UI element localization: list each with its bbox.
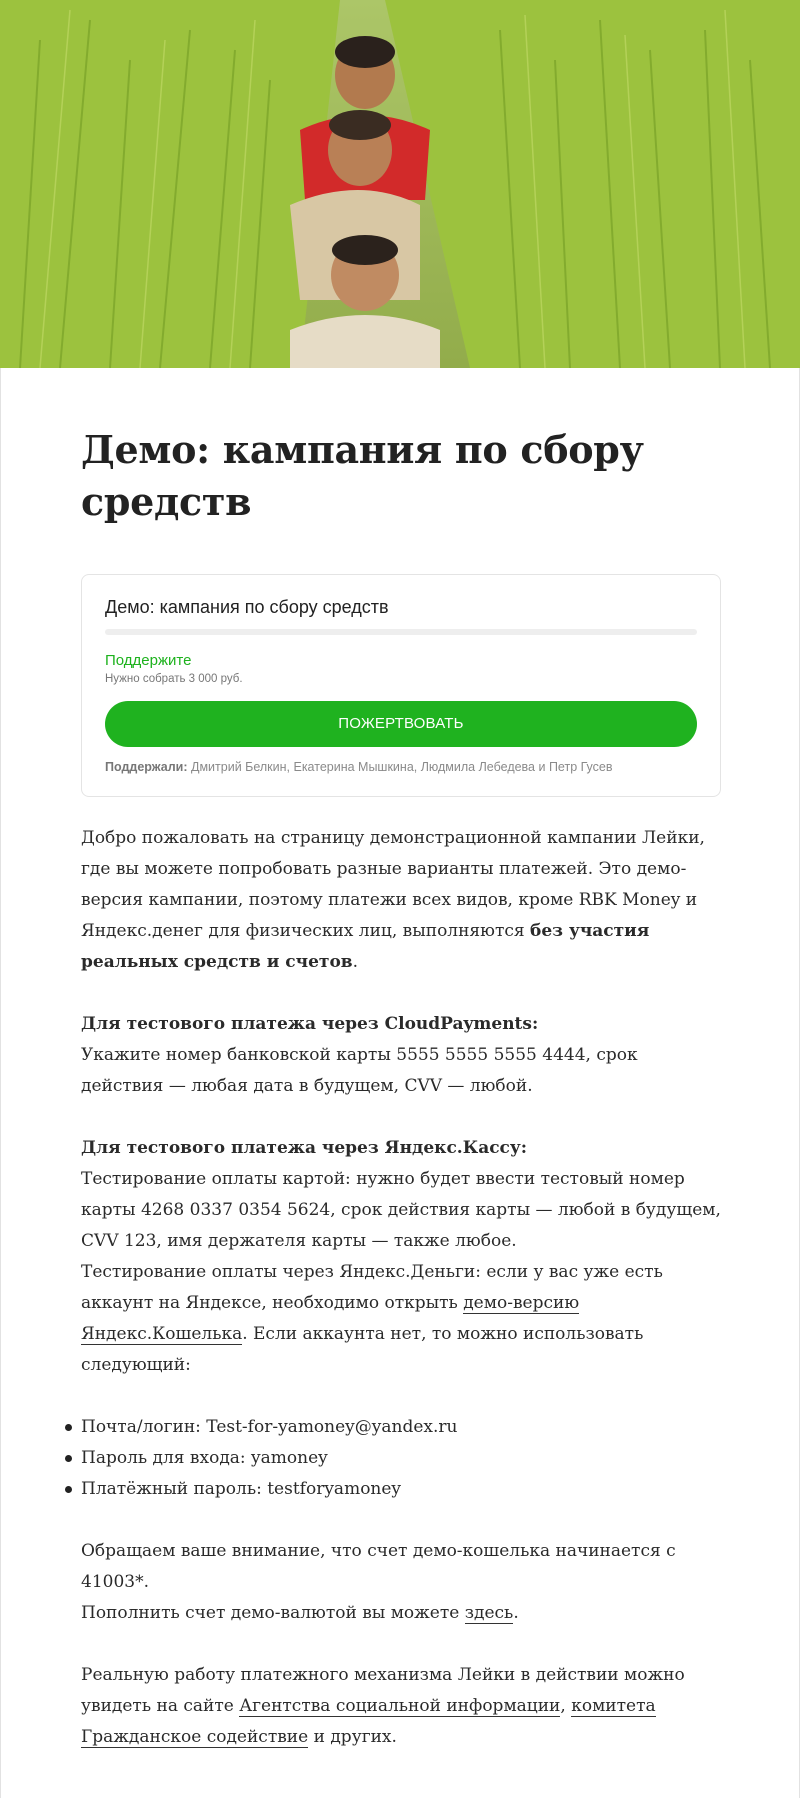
list-item: Почта/логин: Test-for-yamoney@yandex.ru [65, 1412, 721, 1443]
bullet-icon [65, 1486, 72, 1493]
main-content: Демо: кампания по сбору средств Демо: ка… [65, 368, 721, 1753]
cloudpayments-text: Укажите номер банковской карты 5555 5555… [81, 1045, 638, 1096]
support-label: Поддержите [105, 652, 192, 669]
hero-image [0, 0, 800, 368]
goal-text: Нужно собрать 3 000 руб. [105, 673, 243, 685]
final-sep: , [560, 1696, 572, 1716]
note-paragraph: Обращаем ваше внимание, что счет демо-ко… [81, 1536, 721, 1629]
list-item-text: Почта/логин: Test-for-yamoney@yandex.ru [81, 1417, 458, 1437]
yandex-card-text: Тестирование оплаты картой: нужно будет … [81, 1169, 721, 1251]
bullet-icon [65, 1455, 72, 1462]
final-paragraph: Реальную работу платежного механизма Лей… [81, 1660, 721, 1753]
page-title: Демо: кампания по сбору средств [81, 427, 644, 524]
progress-bar [105, 629, 697, 635]
note-text: Обращаем ваше внимание, что счет демо-ко… [81, 1541, 676, 1592]
widget-title: Демо: кампания по сбору средств [105, 597, 389, 617]
list-item: Пароль для входа: yamoney [65, 1443, 721, 1474]
donate-button[interactable]: ПОЖЕРТВОВАТЬ [105, 701, 697, 747]
intro-paragraph: Добро пожаловать на страницу демонстраци… [81, 823, 721, 978]
backers-names: Дмитрий Белкин, Екатерина Мышкина, Людми… [187, 760, 613, 774]
donation-widget: Демо: кампания по сбору средств Поддержи… [81, 574, 721, 797]
list-item-text: Пароль для входа: yamoney [81, 1448, 328, 1468]
article-body: Добро пожаловать на страницу демонстраци… [65, 823, 721, 1753]
list-item-text: Платёжный пароль: testforyamoney [81, 1479, 402, 1499]
topup-end: . [513, 1603, 519, 1623]
yandex-kassa-section: Для тестового платежа через Яндекс.Кассу… [81, 1133, 721, 1381]
topup-text: Пополнить счет демо-валютой вы можете [81, 1603, 465, 1623]
yandex-kassa-heading: Для тестового платежа через Яндекс.Кассу… [81, 1138, 528, 1158]
final-end: и других. [308, 1727, 397, 1747]
backers-label: Поддержали: [105, 760, 188, 774]
bullet-icon [65, 1424, 72, 1431]
cloudpayments-heading: Для тестового платежа через CloudPayment… [81, 1014, 539, 1034]
test-account-list: Почта/логин: Test-for-yamoney@yandex.ru … [65, 1412, 721, 1505]
backers-list: Поддержали: Дмитрий Белкин, Екатерина Мы… [105, 760, 697, 774]
topup-link[interactable]: здесь [464, 1603, 514, 1624]
intro-end: . [352, 952, 359, 972]
list-item: Платёжный пароль: testforyamoney [65, 1474, 721, 1505]
cloudpayments-section: Для тестового платежа через CloudPayment… [81, 1009, 721, 1102]
asi-link[interactable]: Агентства социальной информации [239, 1696, 561, 1717]
